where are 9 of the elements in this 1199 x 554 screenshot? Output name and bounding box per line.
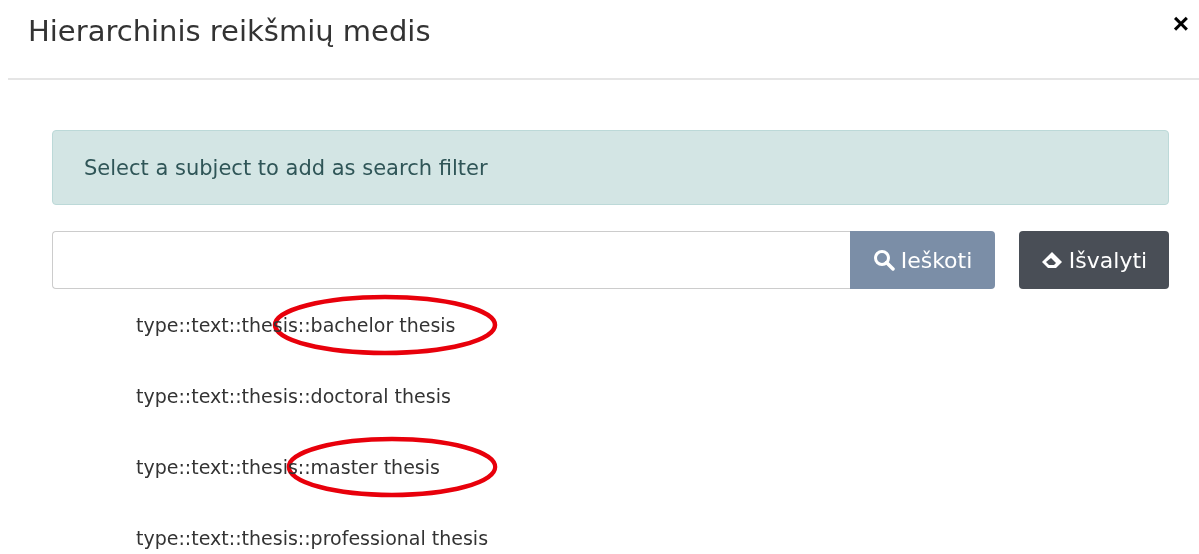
clear-button[interactable]: Išvalyti: [1019, 231, 1169, 289]
subject-item[interactable]: type::text::thesis::doctoral thesis: [136, 384, 451, 408]
eraser-icon: [1040, 251, 1063, 269]
close-button[interactable]: ×: [1172, 10, 1189, 38]
search-field[interactable]: [52, 231, 850, 289]
subject-item[interactable]: type::text::thesis::professional thesis: [136, 526, 489, 550]
dialog-title: Hierarchinis reikšmių medis: [28, 14, 431, 48]
info-alert: Select a subject to add as search filter: [52, 130, 1169, 205]
search-icon: [872, 249, 895, 271]
